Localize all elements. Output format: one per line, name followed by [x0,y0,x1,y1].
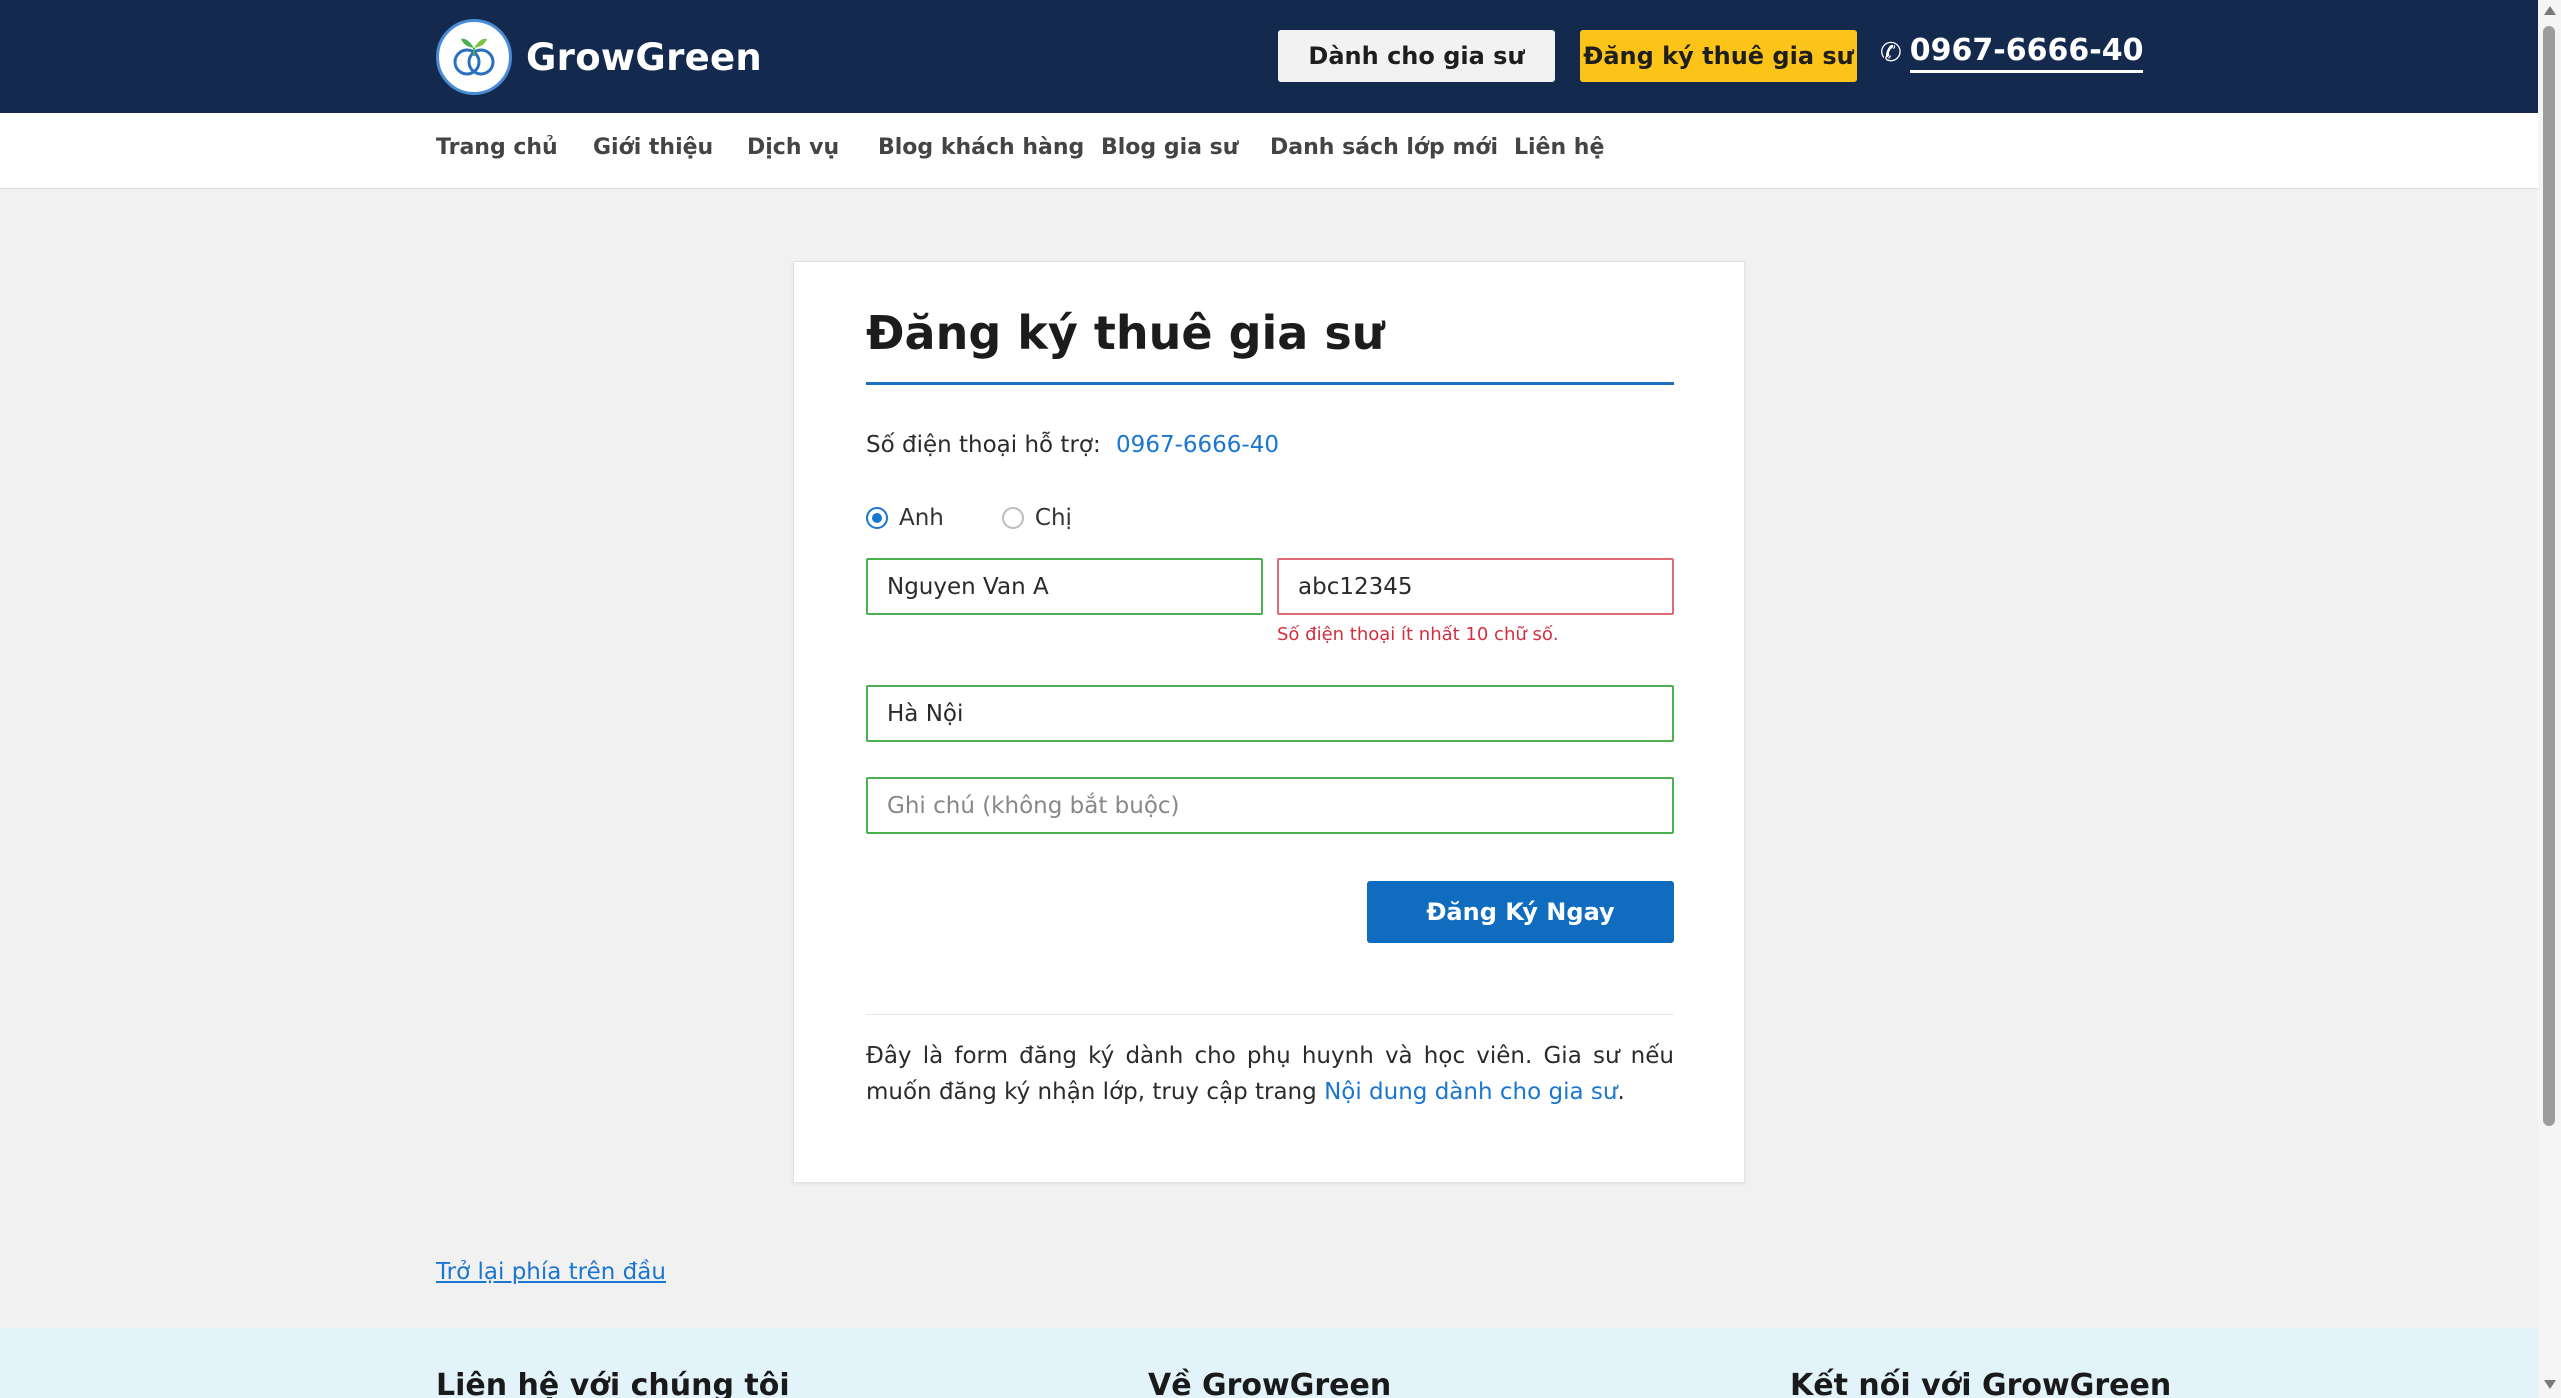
growgreen-logo-icon [436,19,512,95]
scroll-thumb[interactable] [2543,26,2555,1126]
phone-error-message: Số điện thoại ít nhất 10 chữ số. [1277,624,1559,645]
main-nav: Trang chủ Giới thiệu Dịch vụ Blog khách … [0,113,2538,189]
back-to-top-link[interactable]: Trở lại phía trên đầu [436,1259,666,1285]
title-divider [866,382,1674,385]
top-header: GrowGreen Dành cho gia sư Đăng ký thuê g… [0,0,2538,113]
support-phone-link[interactable]: 0967-6666-40 [1116,432,1279,458]
form-divider [866,1014,1674,1015]
brand-name: GrowGreen [526,35,763,79]
scroll-up-arrow-icon[interactable] [2544,6,2556,15]
page-scrollbar[interactable] [2538,0,2561,1398]
note-input[interactable]: Ghi chú (không bắt buộc) [866,777,1674,834]
nav-item-customer-blog[interactable]: Blog khách hàng [878,135,1084,160]
page-title: Đăng ký thuê gia sư [866,306,1385,360]
footer-heading-connect: Kết nối với GrowGreen [1790,1368,2172,1398]
hire-tutor-button[interactable]: Đăng ký thuê gia sư [1580,30,1857,82]
nav-item-new-classes[interactable]: Danh sách lớp mới [1270,135,1498,160]
for-tutors-button[interactable]: Dành cho gia sư [1278,30,1555,82]
tutor-content-link[interactable]: Nội dung dành cho gia sư [1324,1079,1617,1105]
nav-item-contact[interactable]: Liên hệ [1514,135,1604,160]
info-note: Đây là form đăng ký dành cho phụ huynh v… [866,1038,1674,1110]
nav-item-about[interactable]: Giới thiệu [593,135,713,160]
radio-chi-label[interactable]: Chị [1035,505,1072,531]
radio-anh-label[interactable]: Anh [899,505,944,531]
name-input[interactable]: Nguyen Van A [866,558,1263,615]
support-line: Số điện thoại hỗ trợ: 0967-6666-40 [866,432,1279,458]
city-input[interactable]: Hà Nội [866,685,1674,742]
nav-item-services[interactable]: Dịch vụ [747,135,839,160]
radio-chi[interactable] [1001,507,1024,529]
footer-heading-contact: Liên hệ với chúng tôi [436,1368,790,1398]
registration-card: Đăng ký thuê gia sư Số điện thoại hỗ trợ… [793,261,1745,1183]
phone-icon: ✆ [1880,38,1902,68]
footer-heading-about: Về GrowGreen [1148,1368,1392,1398]
gender-radio-group: Anh Chị [866,505,1072,531]
nav-item-home[interactable]: Trang chủ [436,135,558,160]
register-now-button[interactable]: Đăng Ký Ngay [1367,881,1674,943]
scroll-down-arrow-icon[interactable] [2544,1380,2556,1389]
info-end: . [1617,1079,1625,1105]
nav-item-tutor-blog[interactable]: Blog gia sư [1101,135,1238,160]
phone-input[interactable]: abc12345 [1277,558,1674,615]
support-label: Số điện thoại hỗ trợ: [866,432,1101,458]
header-phone-number: 0967-6666-40 [1909,33,2144,73]
footer: Liên hệ với chúng tôi Về GrowGreen Kết n… [0,1328,2538,1398]
header-phone-link[interactable]: ✆ 0967-6666-40 [1880,33,2144,73]
radio-anh[interactable] [866,507,888,529]
brand-link[interactable]: GrowGreen [436,19,762,95]
